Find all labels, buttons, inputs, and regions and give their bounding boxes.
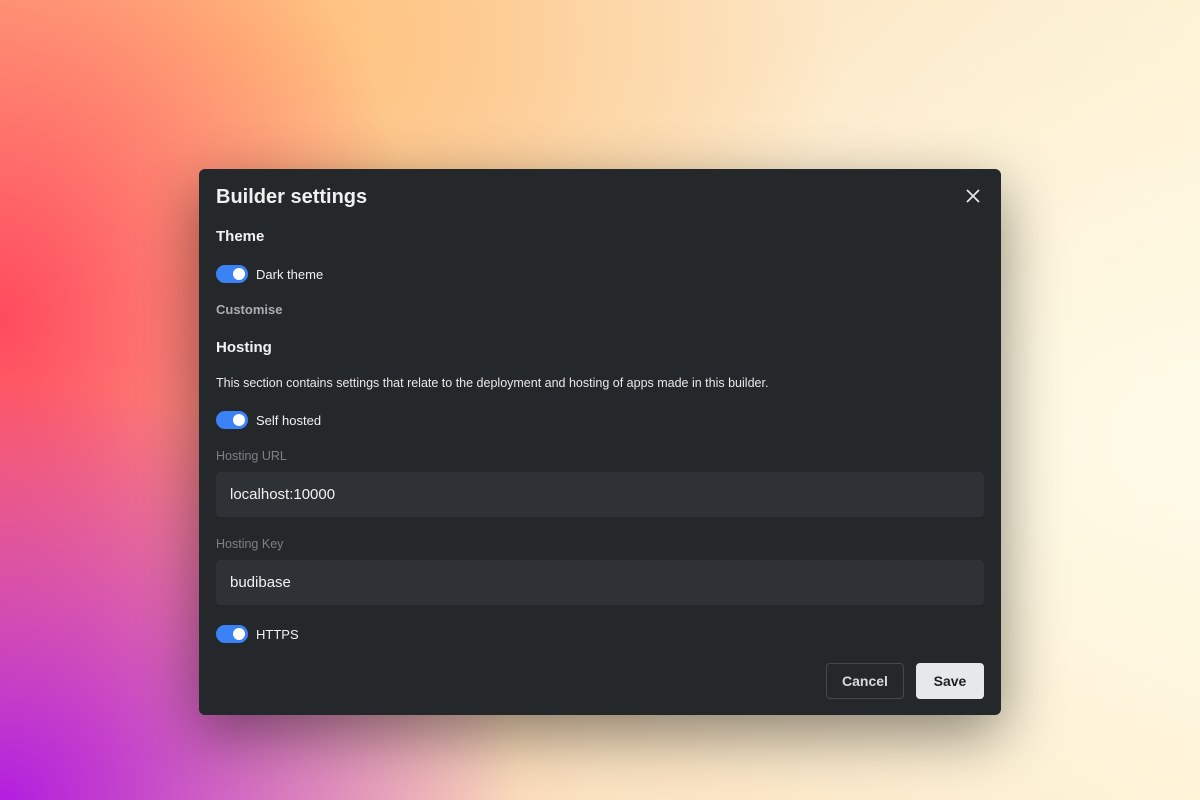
https-label: HTTPS bbox=[256, 626, 299, 642]
dark-theme-toggle[interactable] bbox=[216, 265, 248, 283]
self-hosted-label: Self hosted bbox=[256, 412, 322, 428]
hosting-url-label: Hosting URL bbox=[216, 449, 287, 463]
background: Builder settings Theme Dark theme Custom… bbox=[0, 0, 1200, 800]
hosting-heading: Hosting bbox=[216, 339, 272, 356]
hosting-url-input[interactable] bbox=[216, 472, 984, 517]
close-button[interactable] bbox=[963, 186, 983, 206]
self-hosted-row: Self hosted bbox=[216, 411, 321, 429]
customise-link[interactable]: Customise bbox=[216, 302, 282, 317]
save-button[interactable]: Save bbox=[916, 663, 984, 699]
cancel-button[interactable]: Cancel bbox=[826, 663, 904, 699]
toggle-knob bbox=[233, 628, 245, 640]
dark-theme-label: Dark theme bbox=[256, 266, 324, 282]
hosting-key-label: Hosting Key bbox=[216, 537, 284, 551]
builder-settings-modal: Builder settings Theme Dark theme Custom… bbox=[199, 169, 1001, 715]
close-icon bbox=[966, 189, 980, 203]
hosting-key-input[interactable] bbox=[216, 560, 984, 605]
toggle-knob bbox=[233, 414, 245, 426]
dark-theme-row: Dark theme bbox=[216, 265, 323, 283]
self-hosted-toggle[interactable] bbox=[216, 411, 248, 429]
https-toggle[interactable] bbox=[216, 625, 248, 643]
modal-title: Builder settings bbox=[216, 186, 368, 208]
hosting-description: This section contains settings that rela… bbox=[216, 376, 769, 390]
https-row: HTTPS bbox=[216, 625, 299, 643]
theme-heading: Theme bbox=[216, 228, 265, 245]
toggle-knob bbox=[233, 268, 245, 280]
